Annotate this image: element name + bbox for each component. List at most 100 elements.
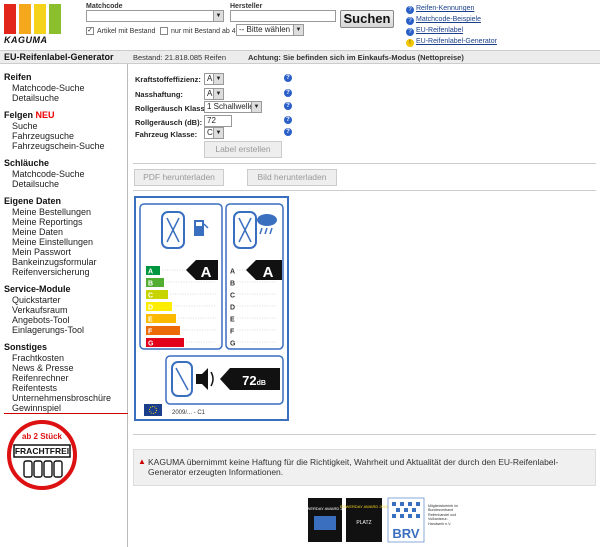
link-label: EU-Reifenlabel bbox=[416, 27, 464, 34]
sidebar-item-schlaeuche-detailsuche[interactable]: Detailsuche bbox=[12, 179, 59, 189]
hersteller-select[interactable]: -- Bitte wählen -- ▼ bbox=[236, 24, 304, 36]
sidebar-item-reifenversicherung[interactable]: Reifenversicherung bbox=[12, 267, 90, 277]
fuel-grade-g: G bbox=[146, 338, 184, 348]
sidebar-item-reportings[interactable]: Meine Reportings bbox=[12, 217, 83, 227]
nasshaftung-value: A bbox=[207, 89, 213, 98]
title-bar: EU-Reifenlabel-Generator Bestand: 21.818… bbox=[0, 50, 600, 64]
kaguma-logo[interactable]: KAGUMA bbox=[4, 4, 66, 45]
sidebar-section-felgen[interactable]: Felgen NEU bbox=[4, 110, 55, 120]
pdf-herunterladen-button[interactable]: PDF herunterladen bbox=[134, 169, 224, 186]
sidebar-item-news[interactable]: News & Presse bbox=[12, 363, 74, 373]
sidebar-item-meine-daten[interactable]: Meine Daten bbox=[12, 227, 63, 237]
hersteller-input[interactable] bbox=[230, 10, 336, 22]
page-title: EU-Reifenlabel-Generator bbox=[4, 52, 114, 62]
question-icon: ? bbox=[406, 6, 414, 14]
nasshaftung-select[interactable]: A ▼ bbox=[204, 88, 224, 100]
sidebar-section-service[interactable]: Service-Module bbox=[4, 284, 71, 294]
artikel-bestand-label: Artikel mit Bestand bbox=[97, 28, 156, 35]
fahrzeug-klasse-select[interactable]: C1▼ bbox=[204, 127, 224, 139]
brv-text: BRV bbox=[392, 526, 420, 541]
sidebar-item-einstellungen[interactable]: Meine Einstellungen bbox=[12, 237, 93, 247]
bestand-ab4-checkbox[interactable] bbox=[160, 27, 168, 35]
fuel-grade-b-label: B bbox=[148, 281, 153, 288]
fuel-tyre-icon bbox=[161, 211, 185, 249]
footer-badges: POWERDAY AWARD 2015 POWERDAY AWARD 2015 … bbox=[301, 497, 458, 543]
divider bbox=[133, 190, 596, 191]
link-eu-reifenlabel-generator[interactable]: ! EU-Reifenlabel-Generator bbox=[406, 38, 497, 47]
sidebar-item-broschuere[interactable]: Unternehmensbroschüre bbox=[12, 393, 111, 403]
wet-grade-c-label: C bbox=[230, 293, 235, 300]
wet-grade-a-label: A bbox=[230, 269, 235, 276]
stamp-top-text: ab 2 Stück bbox=[22, 432, 63, 441]
noise-value: 72 bbox=[242, 373, 256, 388]
sidebar-item-schlaeuche-matchcode[interactable]: Matchcode-Suche bbox=[12, 169, 85, 179]
matchcode-input[interactable]: ▼ bbox=[86, 10, 224, 22]
link-label: Matchcode-Beispiele bbox=[416, 16, 481, 23]
sidebar-item-gewinnspiel[interactable]: Gewinnspiel bbox=[12, 403, 61, 413]
sidebar-section-schlaeuche[interactable]: Schläuche bbox=[4, 158, 49, 168]
suchen-button[interactable]: Suchen bbox=[340, 10, 394, 28]
logo-bar-red bbox=[4, 4, 16, 34]
help-icon[interactable]: ? bbox=[284, 128, 292, 136]
disclaimer-text: KAGUMA übernimmt keine Haftung für die R… bbox=[148, 457, 559, 477]
frachtfrei-stamp[interactable]: ab 2 Stück FRACHTFREI bbox=[6, 419, 78, 491]
label-erstellen-button[interactable]: Label erstellen bbox=[204, 141, 282, 158]
fuel-grade-e-label: E bbox=[148, 317, 153, 324]
rollgeraeusch-klasse-label: Rollgeräusch Klasse: bbox=[135, 104, 212, 113]
fuel-grade-f-label: F bbox=[148, 329, 153, 336]
sidebar-item-reifen-detailsuche[interactable]: Detailsuche bbox=[12, 93, 59, 103]
noise-tyre-icon bbox=[171, 361, 193, 397]
sidebar-section-reifen[interactable]: Reifen bbox=[4, 72, 32, 82]
sidebar-item-bestellungen[interactable]: Meine Bestellungen bbox=[12, 207, 91, 217]
link-matchcode-beispiele[interactable]: ? Matchcode-Beispiele bbox=[406, 16, 481, 25]
bild-herunterladen-button[interactable]: Bild herunterladen bbox=[247, 169, 337, 186]
sidebar-item-verkaufsraum[interactable]: Verkaufsraum bbox=[12, 305, 68, 315]
sidebar-item-quickstarter[interactable]: Quickstarter bbox=[12, 295, 61, 305]
hersteller-label: Hersteller bbox=[230, 3, 263, 10]
fuel-rating-value: A bbox=[201, 264, 212, 281]
logo-bar-yellow bbox=[34, 4, 46, 34]
sidebar-item-frachtkosten[interactable]: Frachtkosten bbox=[12, 353, 64, 363]
help-icon[interactable]: ? bbox=[284, 74, 292, 82]
sidebar-item-angebots-tool[interactable]: Angebots-Tool bbox=[12, 315, 70, 325]
kraftstoff-select[interactable]: A ▼ bbox=[204, 73, 224, 85]
sidebar-item-reifentests[interactable]: Reifentests bbox=[12, 383, 57, 393]
label-regulation-text: 2009/... - C1 bbox=[172, 410, 206, 416]
help-icon[interactable]: ? bbox=[284, 89, 292, 97]
sidebar-section-eigene-daten[interactable]: Eigene Daten bbox=[4, 196, 61, 206]
sidebar-item-reifen-matchcode[interactable]: Matchcode-Suche bbox=[12, 83, 85, 93]
sidebar-section-sonstiges[interactable]: Sonstiges bbox=[4, 342, 47, 352]
fuel-grade-a-label: A bbox=[148, 269, 153, 276]
sidebar-item-bankeinzug[interactable]: Bankeinzugsformular bbox=[12, 257, 97, 267]
wet-grade-g-label: G bbox=[230, 341, 236, 348]
help-icon[interactable]: ? bbox=[284, 116, 292, 124]
wet-grade-f-label: F bbox=[230, 329, 235, 336]
kraftstoff-label: Kraftstoffeffizienz: bbox=[135, 75, 201, 84]
logo-bar-green bbox=[49, 4, 61, 34]
fuel-grade-d: D bbox=[146, 302, 172, 312]
brv-logo[interactable]: BRV bbox=[387, 497, 425, 543]
sidebar-item-passwort[interactable]: Mein Passwort bbox=[12, 247, 71, 257]
link-eu-reifenlabel[interactable]: ? EU-Reifenlabel bbox=[406, 27, 463, 36]
sidebar-item-felgen-suche[interactable]: Suche bbox=[12, 121, 38, 131]
chevron-down-icon: ▼ bbox=[213, 74, 223, 84]
fuel-grade-b: B bbox=[146, 278, 164, 288]
wet-grade-e-label: E bbox=[230, 317, 235, 324]
sidebar-item-fahrzeugsuche[interactable]: Fahrzeugsuche bbox=[12, 131, 74, 141]
hersteller-select-value: -- Bitte wählen -- bbox=[239, 25, 298, 34]
noise-value-box: 72dB bbox=[220, 368, 280, 390]
link-reifen-kennungen[interactable]: ? Reifen-Kennungen bbox=[406, 5, 474, 14]
divider bbox=[133, 163, 596, 164]
help-icon[interactable]: ? bbox=[284, 102, 292, 110]
new-badge: NEU bbox=[35, 110, 55, 120]
sidebar-item-reifenrechner[interactable]: Reifenrechner bbox=[12, 373, 69, 383]
award-badge-2[interactable]: POWERDAY AWARD 2015 PLATZ bbox=[340, 498, 389, 542]
wet-tyre-icon bbox=[233, 211, 257, 249]
fuel-grade-e: E bbox=[146, 314, 176, 324]
sidebar-item-einlagerungs-tool[interactable]: Einlagerungs-Tool bbox=[12, 325, 84, 335]
artikel-bestand-checkbox[interactable]: ✓ bbox=[86, 27, 94, 35]
rollgeraeusch-db-input[interactable]: 72 bbox=[204, 115, 232, 127]
sidebar-item-fahrzeugschein-suche[interactable]: Fahrzeugschein-Suche bbox=[12, 141, 105, 151]
rollgeraeusch-klasse-select[interactable]: 1 Schallwelle ▼ bbox=[204, 101, 262, 113]
disclaimer-box: ▲ KAGUMA übernimmt keine Haftung für die… bbox=[133, 449, 596, 486]
